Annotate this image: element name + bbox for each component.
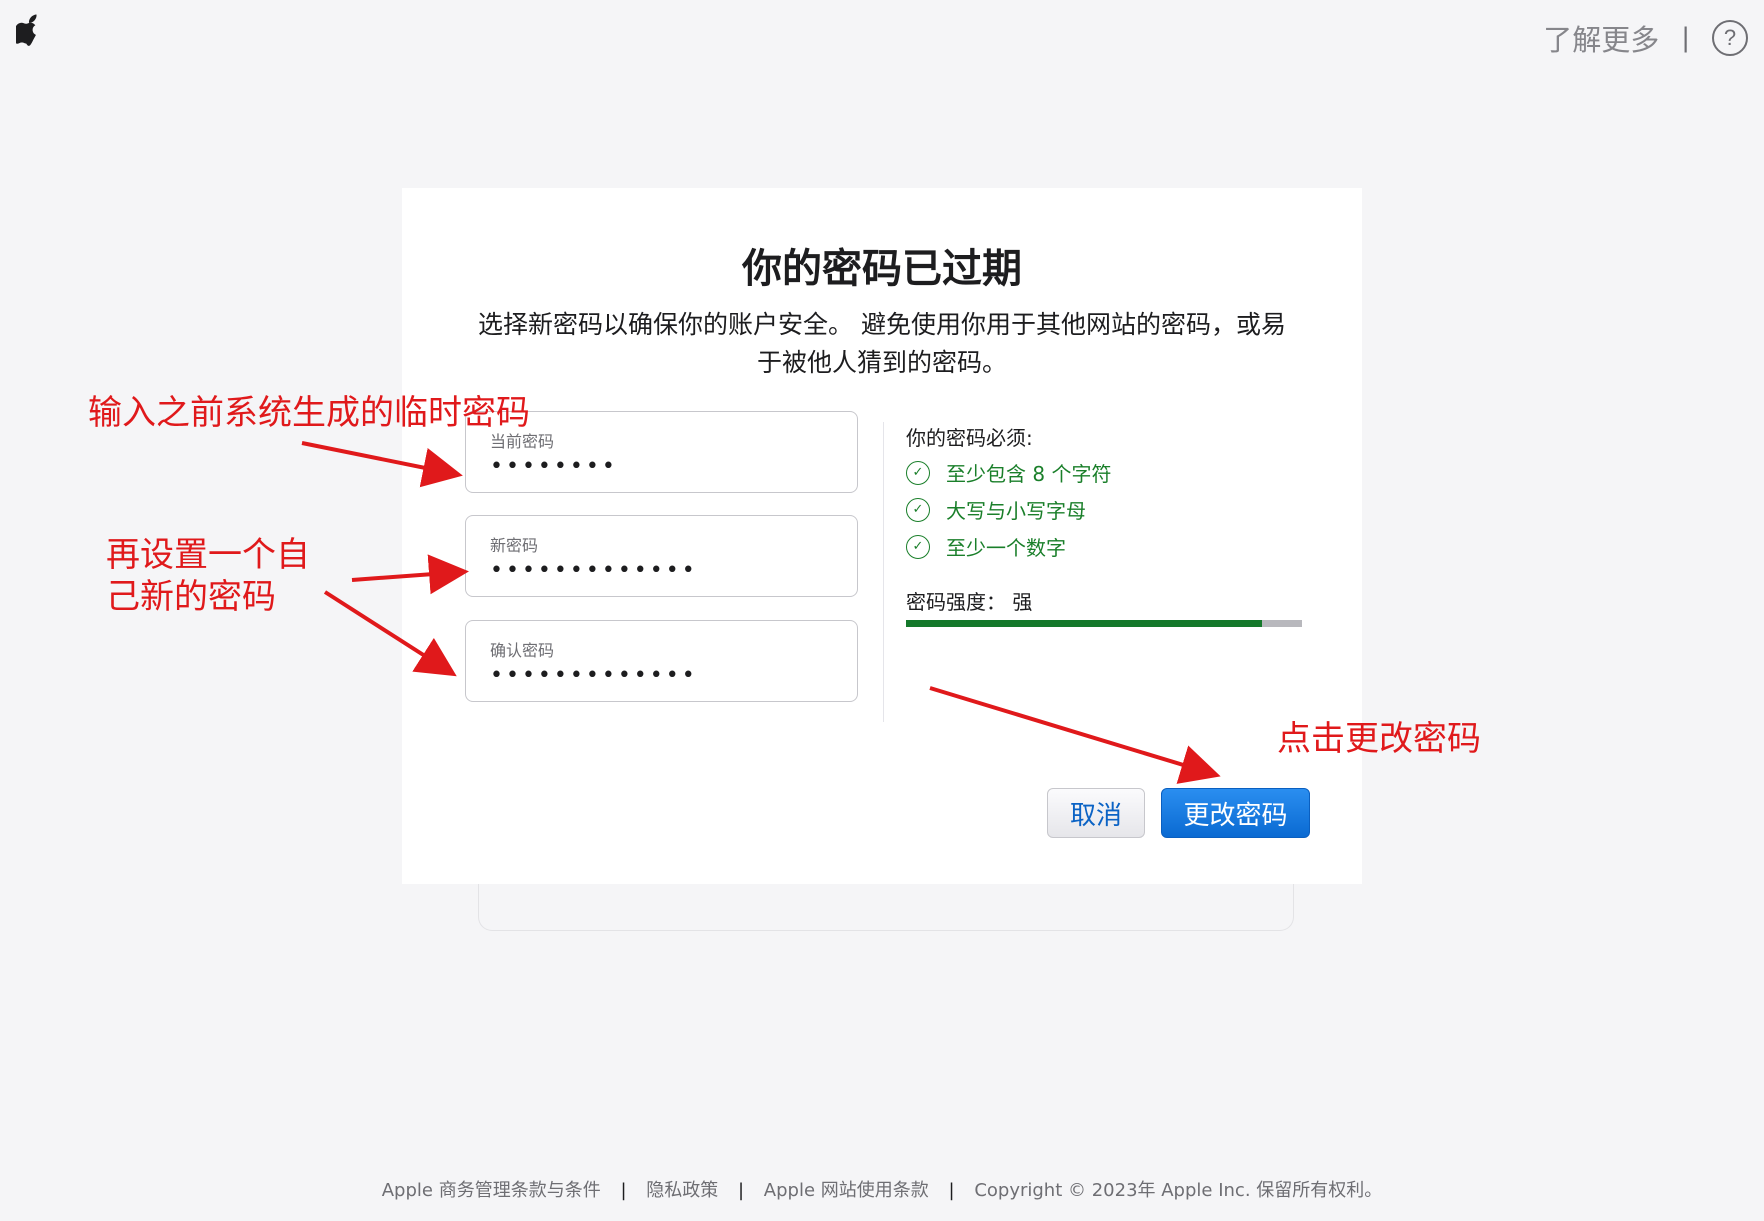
requirement-label: 至少一个数字 bbox=[946, 536, 1066, 560]
help-icon[interactable]: ? bbox=[1712, 20, 1748, 56]
header-separator: | bbox=[1681, 23, 1690, 53]
footer-separator: | bbox=[737, 1180, 745, 1201]
top-bar: 了解更多 | ? bbox=[0, 0, 1764, 80]
password-expired-dialog: 你的密码已过期 选择新密码以确保你的账户安全。 避免使用你用于其他网站的密码，或… bbox=[402, 188, 1362, 884]
cancel-button[interactable]: 取消 bbox=[1047, 788, 1145, 838]
requirement-item: ✓ 大写与小写字母 bbox=[906, 491, 1111, 528]
confirm-password-label: 确认密码 bbox=[490, 641, 555, 660]
check-circle-icon: ✓ bbox=[906, 534, 930, 559]
password-strength-bar bbox=[906, 620, 1302, 627]
requirement-item: ✓ 至少一个数字 bbox=[906, 528, 1111, 565]
top-right-links: 了解更多 | ? bbox=[1543, 18, 1748, 58]
footer-separator: | bbox=[620, 1180, 627, 1201]
requirements-title: 你的密码必须: bbox=[906, 426, 1033, 450]
new-password-value[interactable]: ••••••••••••• bbox=[490, 558, 698, 583]
change-password-button[interactable]: 更改密码 bbox=[1161, 788, 1310, 838]
password-strength-label: 密码强度： 强 bbox=[906, 590, 1033, 614]
requirements-list: ✓ 至少包含 8 个字符 ✓ 大写与小写字母 ✓ 至少一个数字 bbox=[906, 454, 1111, 565]
annotation-new-line-2: 己新的密码 bbox=[106, 577, 276, 617]
subtitle-line-2: 于被他人猜到的密码。 bbox=[756, 348, 1007, 377]
requirement-label: 大写与小写字母 bbox=[946, 499, 1086, 523]
new-password-field[interactable]: 新密码 ••••••••••••• bbox=[465, 515, 858, 597]
dialog-subtitle: 选择新密码以确保你的账户安全。 避免使用你用于其他网站的密码，或易 于被他人猜到… bbox=[462, 306, 1302, 382]
requirement-item: ✓ 至少包含 8 个字符 bbox=[906, 454, 1111, 491]
footer-terms-link[interactable]: Apple 商务管理条款与条件 bbox=[382, 1180, 601, 1201]
footer-separator: | bbox=[948, 1180, 955, 1201]
column-divider bbox=[883, 422, 884, 722]
check-circle-icon: ✓ bbox=[906, 460, 930, 485]
footer-privacy-link[interactable]: 隐私政策 bbox=[646, 1180, 718, 1201]
dialog-title: 你的密码已过期 bbox=[742, 246, 1022, 292]
password-strength-fill bbox=[906, 620, 1263, 627]
apple-logo-icon[interactable] bbox=[16, 14, 46, 50]
new-password-label: 新密码 bbox=[490, 536, 539, 555]
current-password-value[interactable]: •••••••• bbox=[490, 454, 618, 479]
check-circle-icon: ✓ bbox=[906, 497, 930, 522]
subtitle-line-1: 选择新密码以确保你的账户安全。 避免使用你用于其他网站的密码，或易 bbox=[478, 310, 1286, 339]
requirement-label: 至少包含 8 个字符 bbox=[946, 462, 1112, 486]
confirm-password-field[interactable]: 确认密码 ••••••••••••• bbox=[465, 620, 858, 702]
footer: Apple 商务管理条款与条件 | 隐私政策 | Apple 网站使用条款 | … bbox=[0, 1176, 1764, 1202]
footer-site-terms-link[interactable]: Apple 网站使用条款 bbox=[764, 1180, 929, 1201]
annotation-current-password: 输入之前系统生成的临时密码 bbox=[88, 393, 530, 433]
annotation-new-line-1: 再设置一个自 bbox=[106, 535, 310, 575]
footer-copyright: Copyright © 2023年 Apple Inc. 保留所有权利。 bbox=[974, 1180, 1383, 1201]
annotation-submit: 点击更改密码 bbox=[1277, 719, 1481, 759]
annotation-new-password: 再设置一个自 己新的密码 bbox=[106, 534, 310, 618]
confirm-password-value[interactable]: ••••••••••••• bbox=[490, 663, 698, 688]
learn-more-link[interactable]: 了解更多 bbox=[1543, 17, 1659, 59]
